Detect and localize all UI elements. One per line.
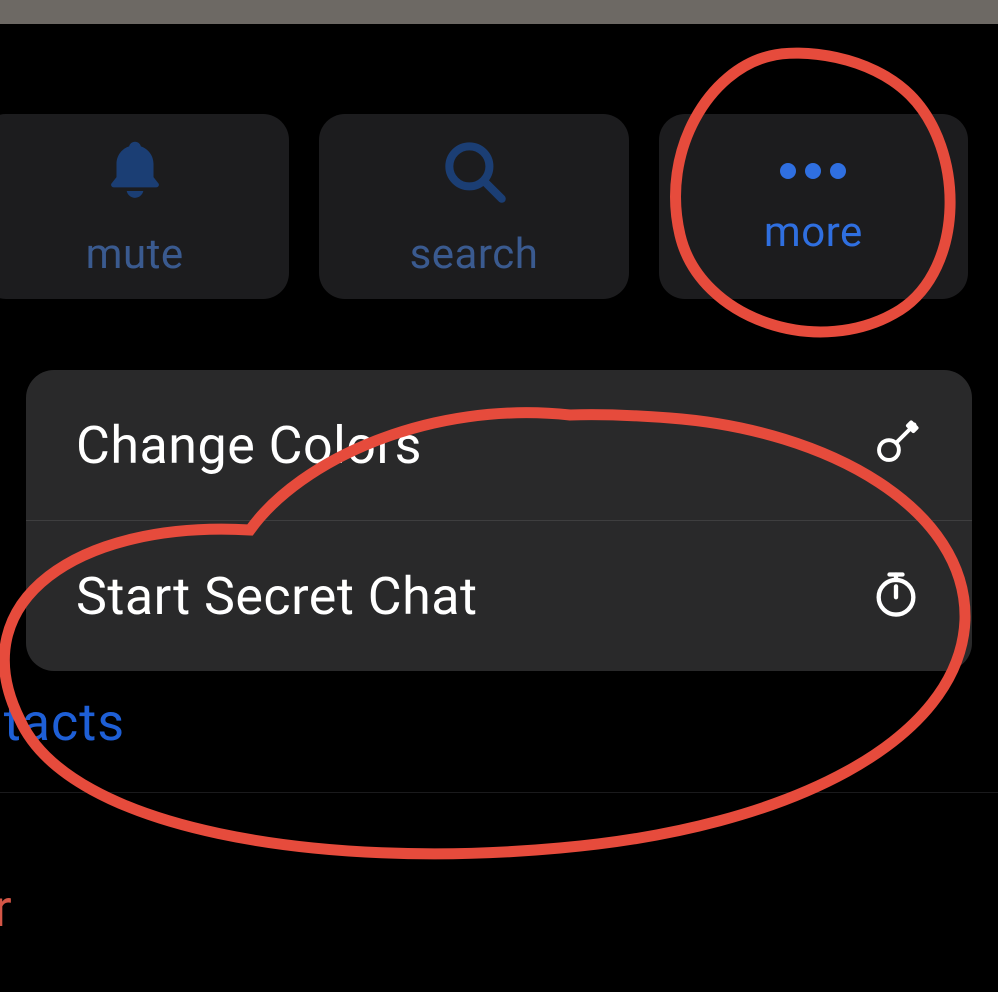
mute-button[interactable]: mute: [0, 114, 289, 299]
divider: [0, 792, 998, 793]
more-menu: Change Colors Start Secret Chat: [26, 370, 972, 671]
menu-item-change-colors[interactable]: Change Colors: [26, 370, 972, 520]
mute-label: mute: [86, 230, 184, 279]
window-titlebar: [0, 0, 998, 24]
menu-item-label: Change Colors: [76, 415, 422, 476]
block-user-link-fragment[interactable]: r: [0, 878, 13, 939]
menu-item-start-secret-chat[interactable]: Start Secret Chat: [26, 520, 972, 671]
more-icon: [770, 156, 856, 190]
menu-item-label: Start Secret Chat: [76, 566, 478, 627]
more-label: more: [764, 208, 863, 257]
more-button[interactable]: more: [659, 114, 968, 299]
search-icon: [437, 134, 511, 212]
paintbrush-icon: [870, 417, 922, 473]
timer-icon: [870, 568, 922, 624]
shared-contacts-link-fragment[interactable]: ntacts: [0, 692, 125, 753]
search-label: search: [410, 230, 539, 279]
search-button[interactable]: search: [319, 114, 628, 299]
profile-action-row: mute search more: [0, 114, 968, 299]
bell-icon: [98, 134, 172, 212]
